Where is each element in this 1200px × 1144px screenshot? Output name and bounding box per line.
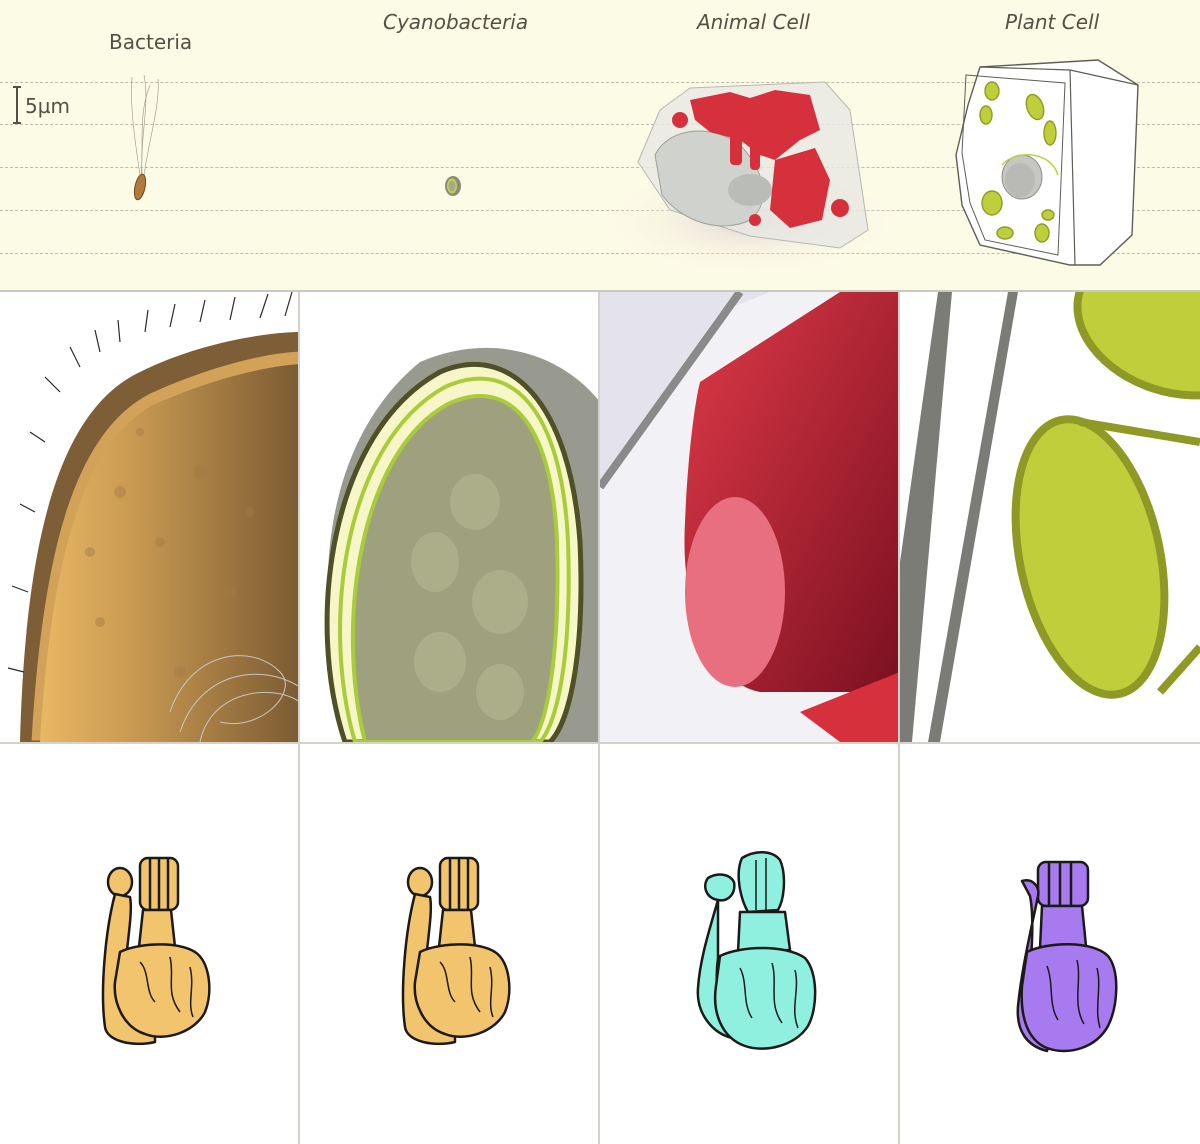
cell-size-comparison-panel: Bacteria Cyanobacteria Animal Cell Plant… — [0, 0, 1200, 292]
atp-synthase-bacteria-icon — [101, 856, 211, 1046]
atp-synthase-plant-icon — [1016, 860, 1118, 1053]
bacterium-illustration — [131, 75, 159, 201]
cyanobacteria-membrane-zoom — [300, 292, 600, 742]
bacteria-membrane-zoom — [0, 292, 300, 742]
scale-bar — [13, 86, 21, 124]
scale-label: 5µm — [25, 94, 70, 118]
membrane-zoom-row — [0, 292, 1200, 742]
label-animal-cell: Animal Cell — [697, 10, 810, 34]
label-bacteria: Bacteria — [109, 30, 193, 54]
cyanobacterium-illustration — [445, 176, 461, 196]
atp-synthase-bacteria-tile — [0, 742, 300, 1144]
atp-synthase-cyanobacteria-icon — [401, 856, 511, 1046]
animal-cell-membrane-zoom — [600, 292, 900, 742]
atp-synthase-animal-tile — [600, 742, 900, 1144]
label-cyanobacteria: Cyanobacteria — [383, 10, 529, 34]
atp-synthase-row — [0, 742, 1200, 1144]
plant-cell-membrane-zoom — [900, 292, 1200, 742]
label-plant-cell: Plant Cell — [1005, 10, 1100, 34]
plant-cell-illustration — [955, 59, 1139, 266]
atp-synthase-animal-icon — [696, 851, 817, 1050]
animal-cell-illustration — [600, 81, 900, 275]
atp-synthase-plant-tile — [900, 742, 1200, 1144]
atp-synthase-cyanobacteria-tile — [300, 742, 600, 1144]
